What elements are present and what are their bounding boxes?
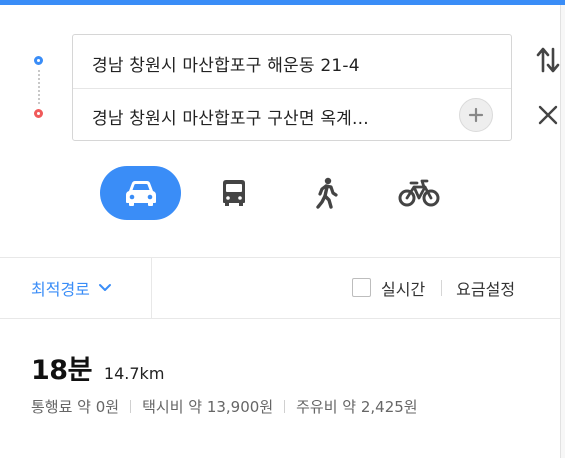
- toll-cost: 통행료 약 0원: [31, 398, 120, 416]
- route-duration: 18분: [31, 355, 92, 386]
- add-waypoint-button[interactable]: [459, 98, 493, 132]
- fuel-cost: 주유비 약 2,425원: [296, 398, 418, 416]
- mode-walk-button[interactable]: [299, 166, 355, 220]
- route-preference-dropdown[interactable]: 최적경로: [31, 257, 112, 318]
- route-summary[interactable]: 18분 14.7km: [31, 348, 164, 387]
- route-connector: [38, 70, 40, 104]
- bike-icon: [398, 179, 440, 207]
- car-icon: [125, 181, 156, 206]
- bus-icon: [223, 180, 245, 206]
- taxi-cost: 택시비 약 13,900원: [142, 398, 274, 416]
- clear-route-button[interactable]: [535, 102, 561, 128]
- options-right: 실시간 요금설정: [352, 257, 515, 318]
- route-preference-label: 최적경로: [31, 279, 90, 299]
- divider: [151, 257, 152, 318]
- divider: [0, 318, 560, 319]
- route-costs: 통행료 약 0원 택시비 약 13,900원 주유비 약 2,425원: [31, 396, 418, 417]
- route-input-box: 경남 창원시 마산합포구 해운동 21-4 경남 창원시 마산합포구 구산면 옥…: [72, 34, 512, 141]
- swap-route-button[interactable]: [534, 44, 562, 76]
- realtime-checkbox[interactable]: [352, 278, 371, 297]
- realtime-label: 실시간: [381, 279, 426, 299]
- swap-arrows-icon: [536, 47, 560, 73]
- fare-setting-button[interactable]: 요금설정: [456, 276, 515, 300]
- plus-icon: [468, 107, 484, 123]
- chevron-down-icon: [98, 283, 111, 291]
- divider: [284, 400, 286, 413]
- top-accent-bar: [0, 0, 565, 5]
- divider: [441, 279, 443, 296]
- mode-bike-button[interactable]: [391, 166, 447, 220]
- origin-input[interactable]: 경남 창원시 마산합포구 해운동 21-4: [92, 51, 360, 76]
- mode-car-button[interactable]: [100, 166, 181, 220]
- divider: [130, 400, 132, 413]
- walk-icon: [316, 177, 338, 209]
- destination-marker-icon: [34, 109, 43, 118]
- route-distance: 14.7km: [103, 364, 165, 383]
- close-icon: [538, 105, 558, 125]
- mode-bus-button[interactable]: [206, 166, 262, 220]
- destination-input[interactable]: 경남 창원시 마산합포구 구산면 옥계...: [92, 104, 369, 129]
- origin-marker-icon: [34, 56, 43, 65]
- route-input-divider: [73, 88, 511, 89]
- directions-panel: 경남 창원시 마산합포구 해운동 21-4 경남 창원시 마산합포구 구산면 옥…: [0, 0, 565, 458]
